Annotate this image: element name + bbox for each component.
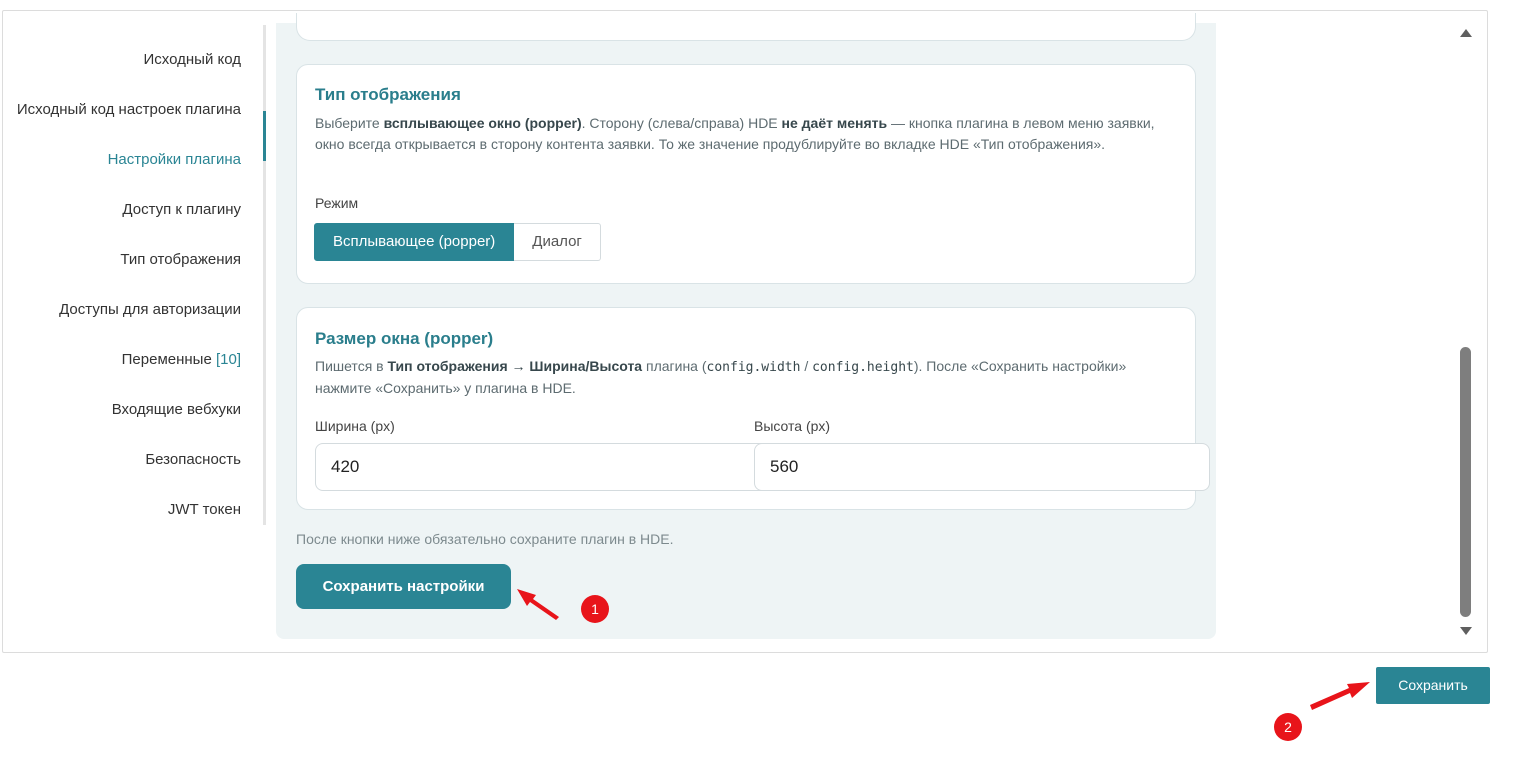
sidebar-item-plugin-access[interactable]: Доступ к плагину	[122, 201, 241, 218]
save-hint-text: После кнопки ниже обязательно сохраните …	[296, 531, 674, 547]
window-size-card: Размер окна (popper) Пишется в Тип отобр…	[296, 307, 1210, 510]
sidebar-item-jwt-token[interactable]: JWT токен	[168, 501, 241, 518]
config-height-code: config.height	[812, 360, 914, 375]
desc-bold-text: Тип отображения → Ширина/Высота	[387, 358, 643, 374]
desc-text: /	[800, 358, 813, 374]
variables-count-badge: [10]	[215, 351, 241, 368]
scroll-thumb[interactable]	[1460, 347, 1471, 617]
display-type-title: Тип отображения	[315, 85, 461, 104]
vertical-scrollbar[interactable]	[1457, 25, 1475, 643]
width-input[interactable]: 420	[315, 443, 770, 491]
annotation-badge-1: 1	[581, 595, 609, 623]
mode-option-popper[interactable]: Всплывающее (popper)	[314, 223, 515, 261]
sidebar-item-source-code[interactable]: Исходный код	[144, 51, 242, 68]
display-type-description: Выберите всплывающее окно (popper). Стор…	[315, 113, 1177, 155]
scroll-down-arrow-icon[interactable]	[1460, 627, 1472, 635]
scroll-up-arrow-icon[interactable]	[1460, 29, 1472, 37]
save-settings-button[interactable]: Сохранить настройки	[296, 564, 511, 609]
desc-text: Выберите	[315, 115, 384, 131]
sidebar-item-variables-label: Переменные	[121, 351, 212, 368]
mode-segmented-control: Всплывающее (popper) Диалог	[314, 223, 601, 261]
settings-panel: Тип отображения Выберите всплывающее окн…	[276, 13, 1216, 639]
annotation-arrow-2-icon	[1310, 682, 1370, 710]
desc-bold-text: всплывающее окно (popper)	[383, 115, 582, 131]
sidebar-item-auth-access[interactable]: Доступы для авторизации	[59, 301, 241, 318]
height-label: Высота (px)	[754, 418, 831, 434]
desc-bold-text: не даёт менять	[781, 115, 888, 131]
sidebar-item-display-type[interactable]: Тип отображения	[120, 251, 241, 268]
sidebar-item-variables[interactable]: Переменные [10]	[122, 351, 241, 368]
width-label: Ширина (px)	[315, 418, 395, 434]
desc-text: плагина (	[642, 358, 707, 374]
sidebar-item-security[interactable]: Безопасность	[145, 451, 241, 468]
sidebar-item-webhooks[interactable]: Входящие вебхуки	[112, 401, 241, 418]
mode-option-dialog[interactable]: Диалог	[514, 223, 601, 261]
mode-label: Режим	[315, 195, 359, 211]
sidebar-nav: Исходный код Исходный код настроек плаги…	[3, 25, 266, 525]
annotation-badge-2: 2	[1274, 713, 1302, 741]
desc-text: . Сторону (слева/справа) HDE	[581, 115, 782, 131]
active-nav-indicator	[263, 111, 266, 161]
config-width-code: config.width	[706, 360, 801, 375]
annotation-arrow-1-icon	[517, 589, 559, 620]
sidebar-item-settings-source-code[interactable]: Исходный код настроек плагина	[17, 101, 241, 118]
display-type-card: Тип отображения Выберите всплывающее окн…	[296, 64, 1196, 284]
previous-card-bottom	[296, 13, 1196, 41]
desc-text: Пишется в	[315, 358, 388, 374]
window-size-title: Размер окна (popper)	[315, 329, 494, 348]
plugin-settings-frame: Исходный код Исходный код настроек плаги…	[2, 10, 1488, 653]
height-input[interactable]: 560	[754, 443, 1210, 491]
sidebar-item-plugin-settings[interactable]: Настройки плагина	[108, 151, 241, 168]
window-size-description: Пишется в Тип отображения → Ширина/Высот…	[315, 356, 1177, 399]
save-button[interactable]: Сохранить	[1376, 667, 1490, 704]
